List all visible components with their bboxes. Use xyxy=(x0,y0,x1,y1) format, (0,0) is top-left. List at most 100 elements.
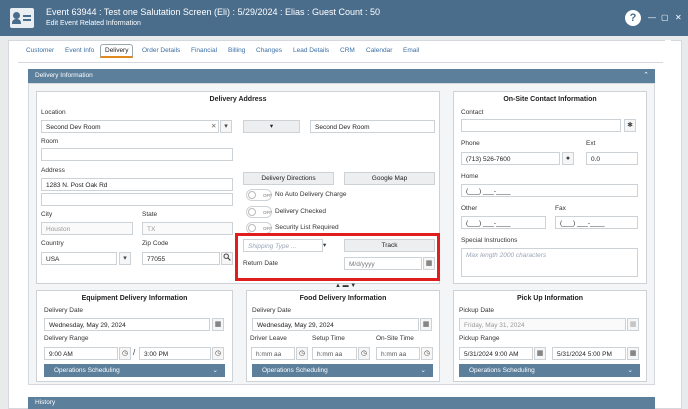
location-room-field[interactable]: Second Dev Room xyxy=(310,120,435,133)
delivery-checked-toggle[interactable]: OFF xyxy=(246,206,272,218)
clock-icon[interactable]: ◷ xyxy=(421,347,433,360)
pickup-title: Pick Up Information xyxy=(516,295,584,302)
calendar-icon[interactable]: ▦ xyxy=(212,318,224,331)
splitter-handle[interactable]: ▲ ▬ ▼ xyxy=(335,283,356,289)
onsite-time-label: On-Site Time xyxy=(376,335,414,342)
clear-icon[interactable]: ✕ xyxy=(211,122,216,130)
setup-time-input[interactable]: h:mm aa xyxy=(312,347,357,360)
delivery-address-title: Delivery Address xyxy=(209,96,267,103)
help-icon[interactable]: ? xyxy=(625,10,641,26)
address-input[interactable]: 1283 N. Post Oak Rd xyxy=(41,178,233,191)
ext-label: Ext xyxy=(586,140,596,147)
history-section-header[interactable]: History xyxy=(28,397,655,409)
food-date-input[interactable]: Wednesday, May 29, 2024 xyxy=(252,318,419,331)
no-auto-delivery-toggle[interactable]: OFF xyxy=(246,189,272,201)
ext-input[interactable]: 0.0 xyxy=(586,152,638,165)
country-label: Country xyxy=(41,240,64,247)
calendar-icon[interactable]: ▦ xyxy=(420,318,432,331)
person-icon[interactable]: ✱ xyxy=(624,119,636,132)
tab-divider xyxy=(18,62,663,63)
globe-icon[interactable]: ● xyxy=(562,152,574,165)
tab-billing[interactable]: Billing xyxy=(228,47,245,54)
contact-title: On-Site Contact Information xyxy=(503,96,597,103)
calendar-icon[interactable]: ▦ xyxy=(627,318,639,331)
equipment-date-input[interactable]: Wednesday, May 29, 2024 xyxy=(44,318,210,331)
clock-icon[interactable]: ◷ xyxy=(212,347,224,360)
address-label: Address xyxy=(41,167,65,174)
pickup-to-input[interactable]: 5/31/2024 5:00 PM xyxy=(552,347,626,360)
tab-lead-details[interactable]: Lead Details xyxy=(293,47,329,54)
tab-financial[interactable]: Financial xyxy=(191,47,217,54)
country-select[interactable]: USA xyxy=(41,252,117,265)
room-label: Room xyxy=(41,138,59,145)
calendar-icon[interactable]: ▦ xyxy=(627,347,639,360)
equipment-title: Equipment Delivery Information xyxy=(81,295,188,302)
food-title: Food Delivery Information xyxy=(299,295,387,302)
contact-label: Contact xyxy=(461,109,484,116)
delivery-directions-button[interactable]: Delivery Directions xyxy=(243,172,334,185)
no-auto-delivery-label: No Auto Delivery Charge xyxy=(275,191,347,198)
calendar-icon[interactable]: ▦ xyxy=(534,347,546,360)
address2-input[interactable] xyxy=(41,193,233,206)
maximize-button[interactable]: ▢ xyxy=(661,13,669,22)
section-header[interactable]: Delivery Information ⌃ xyxy=(28,69,655,83)
vertical-scrollbar[interactable] xyxy=(665,40,671,400)
fax-label: Fax xyxy=(555,205,566,212)
special-instructions-label: Special Instructions xyxy=(461,237,518,244)
close-button[interactable]: ✕ xyxy=(675,13,682,22)
other-label: Other xyxy=(461,205,478,212)
minimize-button[interactable]: — xyxy=(648,13,656,22)
city-input[interactable]: Houston xyxy=(41,222,133,235)
tab-changes[interactable]: Changes xyxy=(256,47,282,54)
driver-leave-input[interactable]: h:mm aa xyxy=(251,347,295,360)
setup-time-label: Setup Time xyxy=(312,335,345,342)
pickup-date-label: Pickup Date xyxy=(459,307,495,314)
zip-label: Zip Code xyxy=(142,240,169,247)
onsite-time-input[interactable]: h:mm aa xyxy=(376,347,420,360)
location-toggle-button[interactable]: ▾ xyxy=(243,120,300,133)
phone-input[interactable]: (713) 526-7600 xyxy=(461,152,560,165)
equipment-range-label: Delivery Range xyxy=(44,335,89,342)
food-date-label: Delivery Date xyxy=(252,307,292,314)
clock-icon[interactable]: ◷ xyxy=(358,347,370,360)
pickup-from-input[interactable]: 5/31/2024 9:00 AM xyxy=(459,347,533,360)
equipment-date-label: Delivery Date xyxy=(44,307,84,314)
pickup-date-input[interactable]: Friday, May 31, 2024 xyxy=(459,318,626,331)
contact-input[interactable] xyxy=(461,119,621,132)
zip-input[interactable]: 77055 xyxy=(142,252,220,265)
section-title: Delivery Information xyxy=(35,72,93,79)
other-input[interactable]: (___) ___-____ xyxy=(461,216,546,229)
search-icon[interactable] xyxy=(221,252,233,265)
pickup-operations-scheduling[interactable]: Operations Scheduling ⌄ xyxy=(459,364,640,377)
tab-delivery[interactable]: Delivery xyxy=(100,44,134,58)
tab-calendar[interactable]: Calendar xyxy=(366,47,392,54)
equipment-operations-scheduling[interactable]: Operations Scheduling ⌄ xyxy=(44,364,225,377)
tab-customer[interactable]: Customer xyxy=(26,47,54,54)
equipment-to-input[interactable]: 3:00 PM xyxy=(139,347,211,360)
equipment-from-input[interactable]: 9:00 AM xyxy=(44,347,118,360)
city-label: City xyxy=(41,211,53,218)
window-title: Event 63944 : Test one Salutation Screen… xyxy=(46,7,381,17)
tab-event-info[interactable]: Event Info xyxy=(65,47,94,54)
food-operations-scheduling[interactable]: Operations Scheduling ⌄ xyxy=(252,364,433,377)
clock-icon[interactable]: ◷ xyxy=(119,347,131,360)
tab-email[interactable]: Email xyxy=(403,47,419,54)
home-input[interactable]: (___) ___-____ xyxy=(461,184,638,197)
tab-crm[interactable]: CRM xyxy=(340,47,355,54)
state-input[interactable]: TX xyxy=(142,222,233,235)
location-dropdown-icon[interactable]: ▾ xyxy=(220,120,232,133)
country-dropdown-icon[interactable]: ▾ xyxy=(119,252,131,265)
chevron-down-icon: ⌄ xyxy=(212,367,218,374)
pickup-range-label: Pickup Range xyxy=(459,335,500,342)
location-select[interactable]: Second Dev Room xyxy=(41,120,219,133)
window-subtitle: Edit Event Related Information xyxy=(46,20,141,27)
special-instructions-textarea[interactable]: Max length 2000 characters xyxy=(461,248,638,277)
tab-order-details[interactable]: Order Details xyxy=(142,47,180,54)
fax-input[interactable]: (___) ___-____ xyxy=(555,216,638,229)
clock-icon[interactable]: ◷ xyxy=(296,347,308,360)
google-map-button[interactable]: Google Map xyxy=(344,172,435,185)
state-label: State xyxy=(142,211,158,218)
room-input[interactable] xyxy=(41,148,233,161)
chevron-up-icon: ⌃ xyxy=(643,72,649,79)
delivery-checked-label: Delivery Checked xyxy=(275,208,326,215)
